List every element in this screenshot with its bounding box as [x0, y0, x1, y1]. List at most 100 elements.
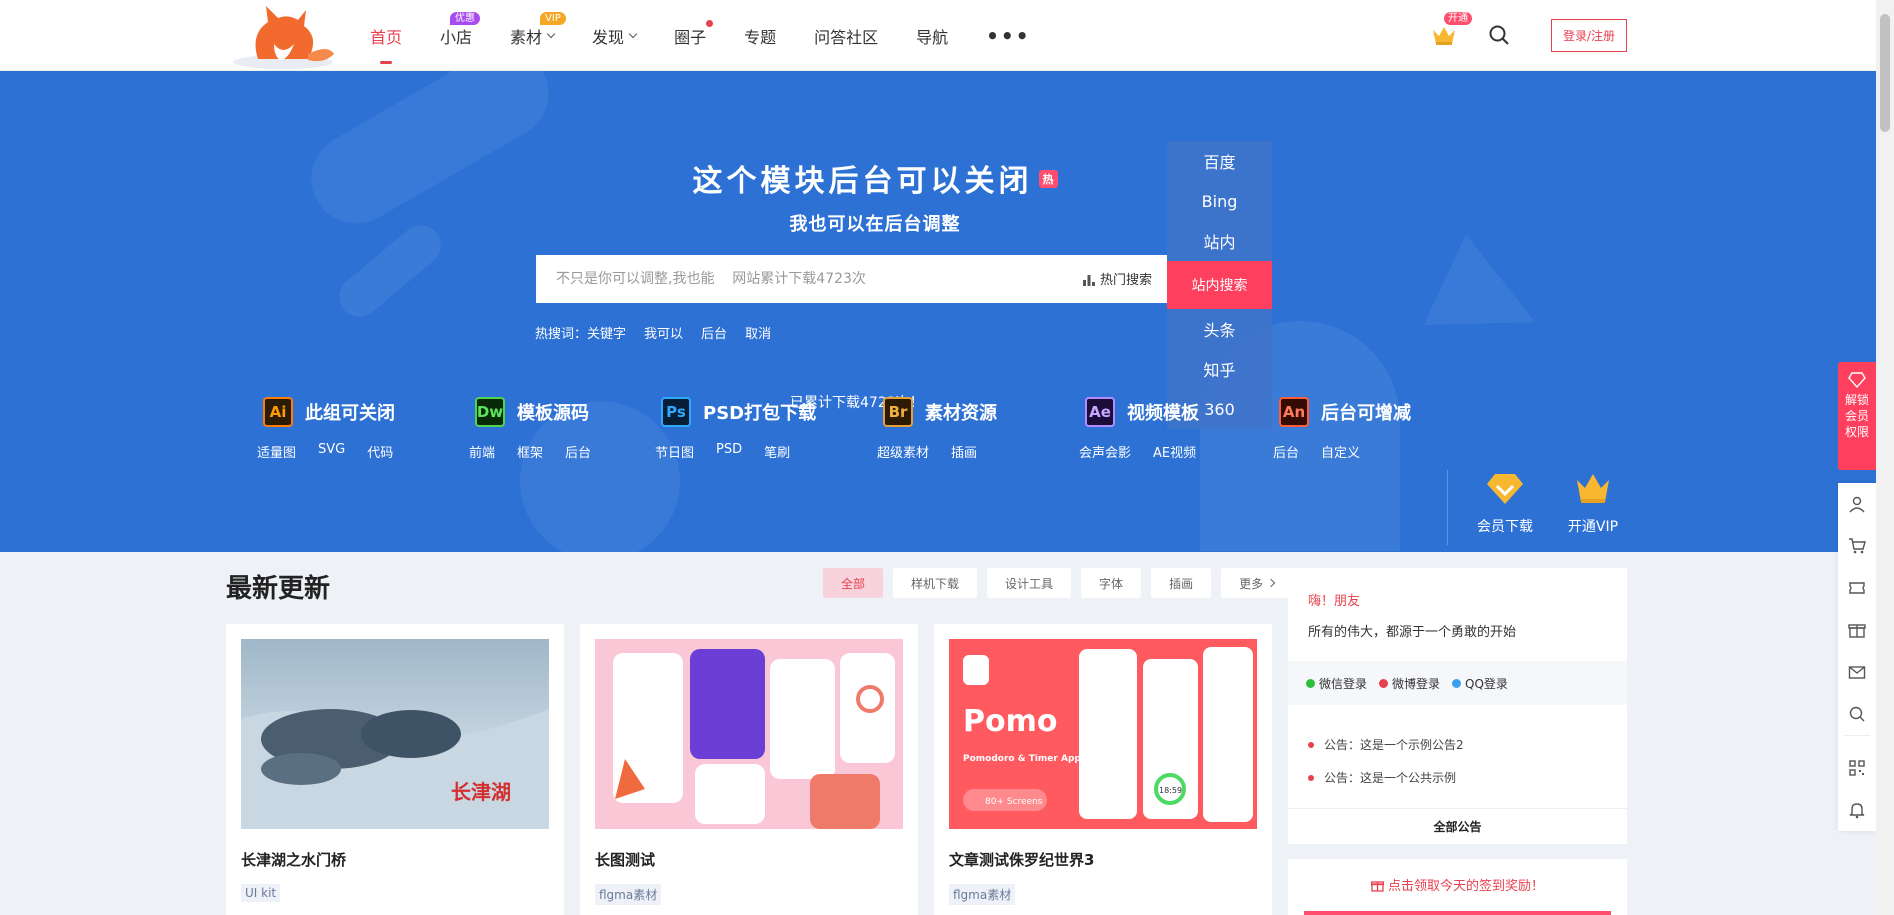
filter-illustration[interactable]: 插画	[1151, 568, 1212, 598]
decor-shape	[1424, 235, 1557, 368]
hot-word-link[interactable]: 关键字	[587, 323, 626, 342]
category-link[interactable]: 前端	[469, 442, 495, 461]
vip-download-link[interactable]: 会员下载	[1465, 470, 1545, 536]
filter-design-tools[interactable]: 设计工具	[987, 568, 1072, 598]
nav-more-button[interactable]: •••	[986, 0, 1030, 71]
app-mockup-image	[595, 639, 903, 829]
gift-icon	[1370, 881, 1385, 892]
an-icon: An	[1279, 397, 1309, 427]
post-thumbnail[interactable]: Pomo Pomodoro & Timer App UI Kit 80+ Scr…	[949, 639, 1257, 829]
category-link[interactable]: 代码	[367, 442, 393, 461]
nav-item-qa[interactable]: 问答社区	[814, 0, 878, 71]
category-link[interactable]: 插画	[951, 442, 977, 461]
nav-item-home[interactable]: 首页	[370, 0, 402, 71]
nav-item-materials[interactable]: VIP 素材	[510, 0, 566, 71]
hot-words: 热搜词： 关键字 我可以 后台 取消	[535, 323, 789, 342]
open-vip-link[interactable]: 开通VIP	[1553, 470, 1633, 536]
dw-icon: Dw	[475, 397, 505, 427]
gift-icon	[1848, 624, 1866, 638]
category-link[interactable]: 自定义	[1321, 442, 1360, 461]
notice-item[interactable]: 公告：这是一个示例公告2	[1308, 736, 1464, 753]
post-tag[interactable]: UI kit	[241, 884, 281, 902]
hot-word-link[interactable]: 我可以	[644, 323, 683, 342]
hot-search-button[interactable]: 热门搜索	[1082, 269, 1152, 288]
engine-zhihu[interactable]: 知乎	[1167, 349, 1272, 389]
category-link[interactable]: 会声会影	[1079, 442, 1131, 461]
hot-word-link[interactable]: 取消	[745, 323, 771, 342]
screens-badge: 80+ Screens	[985, 797, 1043, 807]
ticket-button[interactable]	[1838, 567, 1876, 609]
weibo-login-button[interactable]: 微博登录	[1379, 675, 1440, 692]
engine-baidu[interactable]: 百度	[1167, 141, 1272, 181]
crown-icon	[1577, 474, 1609, 503]
post-title[interactable]: 文章测试侏罗纪世界3	[949, 849, 1094, 870]
category-link[interactable]: 节日图	[655, 442, 694, 461]
notification-button[interactable]	[1838, 789, 1876, 831]
engine-bing[interactable]: Bing	[1167, 181, 1272, 221]
login-register-button[interactable]: 登录/注册	[1551, 19, 1627, 52]
filter-mockup[interactable]: 样机下载	[893, 568, 978, 598]
category-title[interactable]: 此组可关闭	[305, 399, 395, 425]
category-title[interactable]: 后台可增减	[1321, 399, 1411, 425]
unlock-line: 权限	[1844, 425, 1869, 439]
hot-search-label: 热门搜索	[1100, 273, 1153, 288]
engine-toutiao[interactable]: 头条	[1167, 309, 1272, 349]
scroll-thumb[interactable]	[1880, 14, 1890, 132]
post-title[interactable]: 长津湖之水门桥	[241, 849, 346, 870]
category-link[interactable]: PSD	[716, 442, 742, 461]
message-button[interactable]	[1838, 651, 1876, 693]
category-link[interactable]: 适量图	[257, 442, 296, 461]
all-notices-link[interactable]: 全部公告	[1288, 808, 1627, 844]
nav-item-shop[interactable]: 优惠 小店	[440, 0, 481, 71]
category-title[interactable]: 模板源码	[517, 399, 589, 425]
wechat-login-button[interactable]: 微信登录	[1306, 675, 1367, 692]
post-thumbnail[interactable]	[595, 639, 903, 829]
search-icon[interactable]	[1488, 24, 1510, 46]
nav-item-guide[interactable]: 导航	[916, 0, 948, 71]
category-link[interactable]: AE视频	[1153, 442, 1196, 461]
category-link[interactable]: 笔刷	[764, 442, 790, 461]
fox-logo-icon[interactable]	[228, 4, 338, 70]
checkin-text: 点击领取今天的签到奖励！	[1387, 879, 1544, 894]
category-link[interactable]: SVG	[318, 442, 345, 461]
nav-item-discover[interactable]: 发现	[592, 0, 638, 71]
unlock-vip-button[interactable]: 解锁 会员 权限	[1838, 362, 1876, 470]
cart-button[interactable]	[1838, 525, 1876, 567]
post-thumbnail[interactable]: 长津湖	[241, 639, 549, 829]
user-button[interactable]	[1838, 483, 1876, 525]
search-input[interactable]	[556, 255, 976, 303]
hot-word-link[interactable]: 后台	[701, 323, 727, 342]
page-scrollbar[interactable]	[1876, 0, 1894, 915]
category-title[interactable]: 视频模板	[1127, 399, 1199, 425]
gift-button[interactable]	[1838, 609, 1876, 651]
nav-item-circle[interactable]: 圈子	[674, 0, 714, 71]
notice-text: 公告：这是一个示例公告2	[1324, 738, 1464, 752]
nav-item-topics[interactable]: 专题	[744, 0, 776, 71]
filter-fonts[interactable]: 字体	[1081, 568, 1142, 598]
category-link[interactable]: 框架	[517, 442, 543, 461]
category-link[interactable]: 后台	[1273, 442, 1299, 461]
post-tag[interactable]: flgma素材	[949, 884, 1016, 905]
post-title[interactable]: 长图测试	[595, 849, 655, 870]
category-link[interactable]: 后台	[565, 442, 591, 461]
qq-login-button[interactable]: QQ登录	[1452, 675, 1508, 692]
search-button[interactable]	[1838, 693, 1876, 735]
site-search-button[interactable]: 站内搜索	[1167, 261, 1272, 309]
filter-more[interactable]: 更多	[1221, 568, 1293, 598]
checkin-link[interactable]: 点击领取今天的签到奖励！	[1288, 875, 1627, 894]
category-link[interactable]: 超级素材	[877, 442, 929, 461]
filter-all[interactable]: 全部	[823, 568, 884, 598]
post-card[interactable]: 长津湖 长津湖之水门桥 UI kit	[226, 624, 564, 915]
post-card[interactable]: 长图测试 flgma素材	[580, 624, 918, 915]
post-tag[interactable]: flgma素材	[595, 884, 662, 905]
post-card[interactable]: Pomo Pomodoro & Timer App UI Kit 80+ Scr…	[934, 624, 1272, 915]
qrcode-button[interactable]	[1838, 747, 1876, 789]
nav-label: 专题	[744, 27, 777, 47]
mail-icon	[1848, 666, 1866, 679]
notice-item[interactable]: 公告：这是一个公共示例	[1308, 769, 1456, 786]
category-ai: Ai 此组可关闭 适量图 SVG 代码	[257, 397, 443, 461]
category-title[interactable]: 素材资源	[925, 399, 997, 425]
category-title[interactable]: PSD打包下载	[703, 399, 816, 425]
hero-subtitle: 我也可以在后台调整	[789, 214, 961, 235]
engine-site[interactable]: 站内	[1167, 221, 1272, 261]
